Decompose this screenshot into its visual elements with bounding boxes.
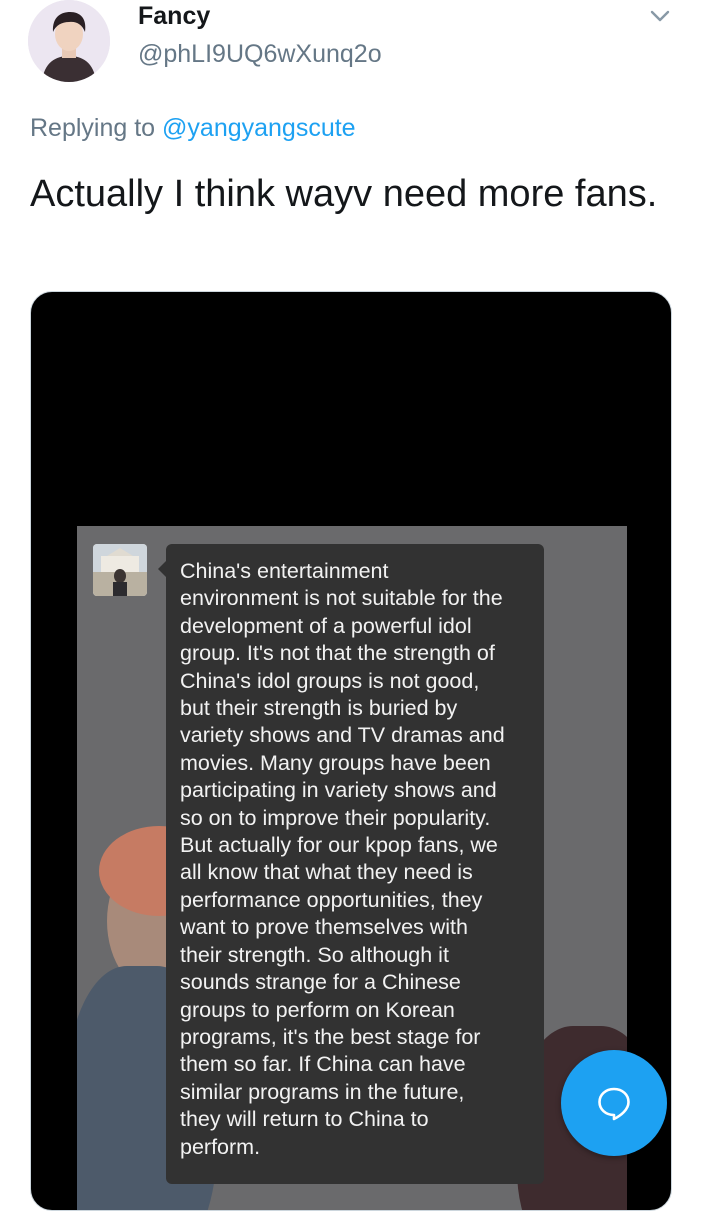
replying-to-mention-link[interactable]: @yangyangscute — [162, 114, 356, 142]
replying-to-prefix: Replying to — [30, 114, 163, 142]
chevron-down-icon[interactable] — [646, 4, 674, 28]
tweet-text: Actually I think wayv need more fans. — [30, 173, 658, 215]
compose-reply-button[interactable] — [561, 1050, 667, 1156]
replying-to-line: Replying to @yangyangscute — [30, 114, 356, 143]
chat-sender-avatar — [93, 544, 147, 596]
compose-reply-icon — [598, 1087, 630, 1121]
author-display-name[interactable]: Fancy — [138, 2, 210, 31]
author-avatar[interactable] — [28, 0, 110, 82]
chat-screenshot: China's entertainment environment is not… — [77, 526, 627, 1210]
avatar-photo — [28, 0, 110, 82]
author-handle[interactable]: @phLI9UQ6wXunq2o — [138, 40, 382, 69]
chat-message-bubble: China's entertainment environment is not… — [166, 544, 544, 1184]
